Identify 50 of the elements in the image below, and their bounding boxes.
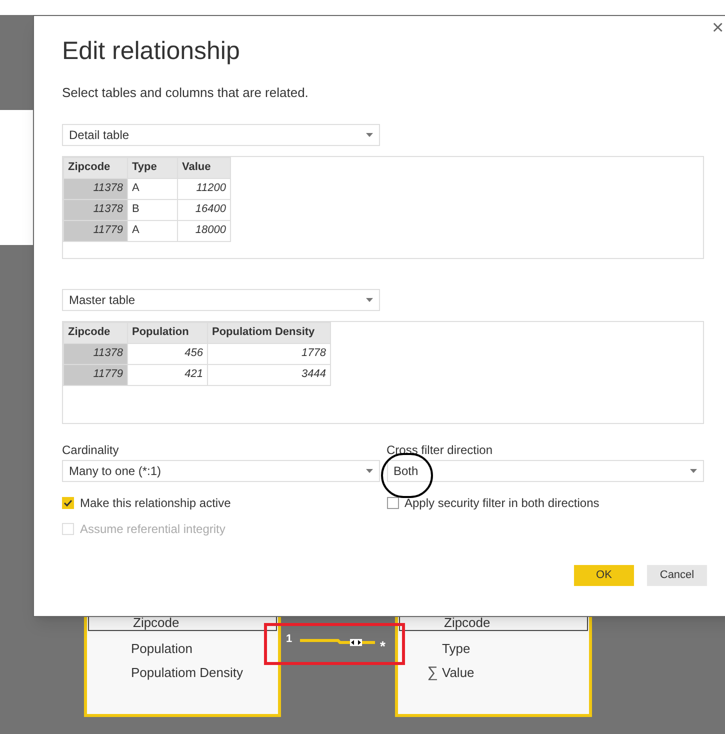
table-cell: 11779	[64, 364, 128, 385]
dialog-subtitle: Select tables and columns that are related.	[62, 84, 310, 102]
field-name: Type	[442, 642, 470, 656]
table-cell: 18000	[178, 220, 230, 241]
column-header: Zipcode	[64, 157, 128, 178]
table-cell: 11378	[64, 178, 128, 199]
table-cell: 11779	[64, 220, 128, 241]
caret-icon	[366, 298, 373, 302]
checkbox-label: Assume referential integrity	[80, 520, 226, 538]
column-header: Type	[128, 157, 178, 178]
field-name: Zipcode	[444, 616, 490, 630]
column-header: Zipcode	[64, 322, 128, 343]
checkbox[interactable]	[386, 496, 398, 508]
table-cell: 11378	[64, 343, 128, 364]
caret-icon	[690, 468, 697, 472]
field-label: Cardinality	[62, 442, 120, 456]
checkbox-label: Make this relationship active	[80, 494, 231, 512]
table-cell: 11378	[64, 199, 128, 220]
checkbox[interactable]	[62, 496, 74, 508]
checkbox-label: Apply security filter in both directions	[404, 494, 600, 512]
table-dropdown[interactable]: Detail table	[62, 124, 380, 146]
cardinality-label: *	[380, 637, 386, 656]
column-header: Population	[128, 322, 208, 343]
sigma-icon: ∑	[427, 662, 438, 684]
table-cell: 421	[128, 364, 208, 385]
column-header: Populatiom Density	[208, 322, 330, 343]
cancel-button[interactable]: Cancel	[647, 564, 707, 586]
field-name: Zipcode	[133, 616, 180, 630]
table-cell: 3444	[208, 364, 330, 385]
dropdown[interactable]: Many to one (*:1)	[62, 460, 380, 482]
table-cell: B	[128, 199, 178, 220]
table-cell: 11200	[178, 178, 230, 199]
table-cell: A	[128, 220, 178, 241]
table-cell: 1778	[208, 343, 330, 364]
close-button[interactable]: ×	[712, 18, 724, 38]
dialog-title: Edit relationship	[62, 36, 241, 66]
caret-icon	[366, 468, 372, 472]
caret-icon	[366, 132, 373, 136]
dropdown[interactable]: Both	[386, 460, 704, 482]
table-cell: 456	[128, 343, 208, 364]
cardinality-label: 1	[286, 632, 292, 647]
field-name: Populatiom Density	[131, 666, 243, 680]
field-name: Population	[131, 642, 192, 656]
column-header: Value	[178, 157, 230, 178]
table-dropdown[interactable]: Master table	[62, 288, 380, 310]
relationship-line[interactable]	[300, 637, 376, 647]
table-cell: A	[128, 178, 178, 199]
ok-button[interactable]: OK	[574, 564, 634, 586]
table-cell: 16400	[178, 199, 230, 220]
field-name: Value	[442, 666, 474, 680]
